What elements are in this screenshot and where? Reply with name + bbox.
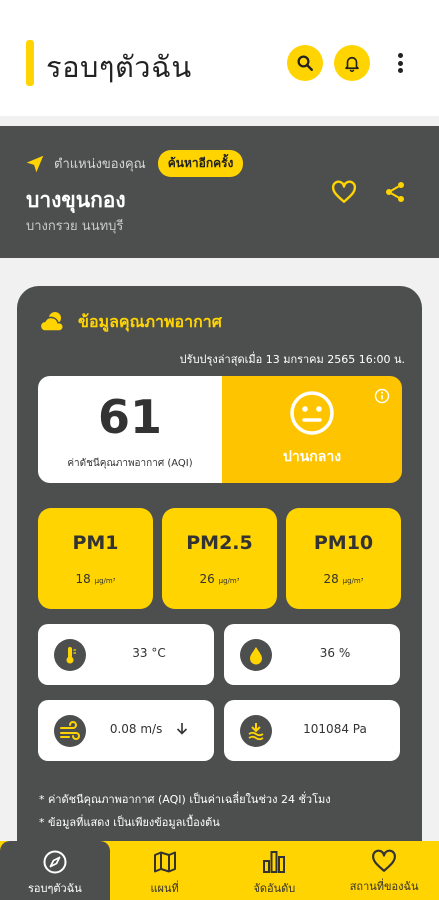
- pm-value: 28: [323, 572, 339, 586]
- aqi-note: * ค่าดัชนีคุณภาพอากาศ (AQI) เป็นค่าเฉลี่…: [39, 793, 331, 806]
- wind-value: 0.08 m/s: [109, 722, 163, 736]
- air-quality-title: ข้อมูลคุณภาพอากาศ: [78, 311, 222, 331]
- pm10-tile[interactable]: PM10 28 µg/m³: [286, 508, 401, 609]
- aqi-level-panel: ปานกลาง: [222, 376, 402, 483]
- pm-value-line: 26 µg/m³: [162, 572, 277, 586]
- temperature-value: 33 °C: [132, 646, 166, 660]
- nav-around-me[interactable]: รอบๆตัวฉัน: [0, 841, 110, 900]
- pressure-tile: 101084 Pa: [224, 700, 400, 761]
- title-accent-bar: [26, 40, 34, 86]
- aqi-caption: ค่าดัชนีคุณภาพอากาศ (AQI): [67, 458, 193, 469]
- pm-value-line: 28 µg/m³: [286, 572, 401, 586]
- nav-ranking[interactable]: จัดอันดับ: [220, 841, 330, 900]
- air-quality-header: ข้อมูลคุณภาพอากาศ: [38, 309, 222, 335]
- wind-icon: [54, 715, 86, 747]
- share-button[interactable]: [380, 177, 410, 207]
- last-updated-text: ปรับปรุงล่าสุดเมื่อ 13 มกราคม 2565 16:00…: [179, 353, 405, 366]
- share-icon: [386, 182, 404, 202]
- heart-icon: [331, 180, 357, 203]
- nav-my-places[interactable]: สถานที่ของฉัน: [329, 841, 439, 900]
- nav-label: แผนที่: [150, 882, 179, 895]
- map-icon: [153, 851, 176, 873]
- neutral-face-icon: [290, 391, 334, 435]
- compass-icon: [43, 850, 67, 874]
- wind-tile: 0.08 m/s: [38, 700, 214, 761]
- heart-icon: [372, 849, 397, 872]
- more-dot: [397, 60, 403, 66]
- pm-name: PM2.5: [186, 532, 253, 554]
- search-again-button[interactable]: ค้นหาอีกครั้ง: [157, 150, 244, 177]
- pressure-icon: [240, 715, 272, 747]
- pm-unit: µg/m³: [342, 577, 364, 585]
- temperature-tile: 33 °C: [38, 624, 214, 685]
- favorite-button[interactable]: [329, 177, 359, 207]
- location-label-row: ตำแหน่งของคุณ ค้นหาอีกครั้ง: [24, 150, 244, 177]
- pm25-tile[interactable]: PM2.5 26 µg/m³: [162, 508, 277, 609]
- top-app-bar: รอบๆตัวฉัน: [0, 0, 439, 116]
- nav-label: รอบๆตัวฉัน: [28, 882, 82, 895]
- search-button[interactable]: [287, 45, 323, 81]
- bottom-navigation: รอบๆตัวฉัน แผนที่ จัดอันดับ สถานที่ของฉั…: [0, 841, 439, 900]
- nav-map[interactable]: แผนที่: [110, 841, 220, 900]
- bell-icon: [345, 56, 359, 72]
- notification-button[interactable]: [334, 45, 370, 81]
- pm-name: PM1: [72, 532, 119, 554]
- more-dot: [397, 53, 403, 58]
- aqi-summary[interactable]: 61 ค่าดัชนีคุณภาพอากาศ (AQI) ปานกลาง: [38, 376, 402, 483]
- aqi-level: ปานกลาง: [282, 449, 342, 465]
- nav-label: สถานที่ของฉัน: [349, 880, 419, 893]
- pm-unit: µg/m³: [94, 577, 116, 585]
- app-screen: รอบๆตัวฉัน ตำแหน่งของคุณ ค้นหาอีกครั้ง บ…: [0, 0, 439, 900]
- pm-value: 18: [75, 572, 91, 586]
- pressure-value: 101084 Pa: [303, 722, 367, 736]
- pm1-tile[interactable]: PM1 18 µg/m³: [38, 508, 153, 609]
- weather-sun-cloud-icon: [39, 312, 64, 332]
- data-note: * ข้อมูลที่แสดง เป็นเพียงข้อมูลเบื้องต้น: [39, 816, 220, 829]
- pm-name: PM10: [313, 532, 374, 554]
- humidity-tile: 36 %: [224, 624, 400, 685]
- thermometer-icon: [54, 639, 86, 671]
- page-title: รอบๆตัวฉัน: [46, 50, 192, 84]
- more-options-button[interactable]: [388, 50, 412, 76]
- pm-value-line: 18 µg/m³: [38, 572, 153, 586]
- location-panel: ตำแหน่งของคุณ ค้นหาอีกครั้ง บางขุนกอง บา…: [0, 126, 439, 258]
- nav-label: จัดอันดับ: [253, 882, 296, 895]
- info-icon[interactable]: [374, 388, 390, 404]
- search-icon: [297, 55, 313, 71]
- location-name: บางขุนกอง: [26, 188, 126, 212]
- aqi-value-panel: 61 ค่าดัชนีคุณภาพอากาศ (AQI): [38, 376, 222, 483]
- air-quality-card: ข้อมูลคุณภาพอากาศ ปรับปรุงล่าสุดเมื่อ 13…: [17, 286, 422, 886]
- location-district: บางกรวย นนทบุรี: [26, 219, 124, 234]
- location-label: ตำแหน่งของคุณ: [54, 157, 146, 172]
- pm-value: 26: [199, 572, 215, 586]
- water-drop-icon: [240, 639, 272, 671]
- humidity-value: 36 %: [319, 646, 351, 660]
- location-arrow-icon: [26, 155, 44, 172]
- wind-value-row: 0.08 m/s: [96, 722, 202, 736]
- pm-unit: µg/m³: [218, 577, 240, 585]
- more-dot: [397, 68, 403, 73]
- ranking-icon: [263, 851, 286, 873]
- wind-direction-arrow-icon: [177, 723, 188, 735]
- aqi-value: 61: [97, 390, 162, 444]
